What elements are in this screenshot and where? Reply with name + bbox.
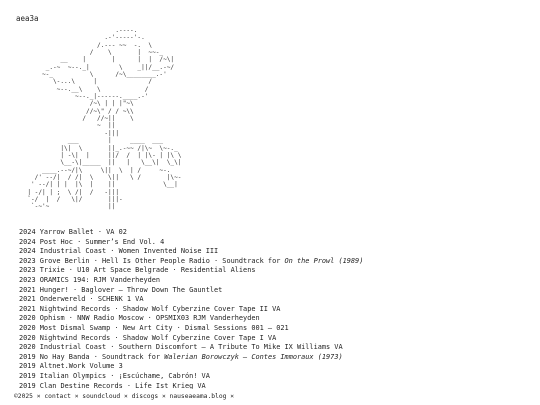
release-title: Post Hoc · Summer’s End Vol. 4 <box>39 237 165 246</box>
release-title: Industrial Coast · Southern Discomfort –… <box>39 343 343 352</box>
release-item: 2024 Industrial Coast · Women Invented N… <box>19 247 530 257</box>
release-year: 2019 <box>19 352 36 361</box>
release-title: Grove Berlin · Hell Is Other People Radi… <box>39 256 285 265</box>
release-item: 2019 Italian Olympics · ¡Escúchame, Cabr… <box>19 372 530 382</box>
release-title: ORAMICS 194: RJM Vanderheyden <box>39 275 161 284</box>
release-item: 2023 Grove Berlin · Hell Is Other People… <box>19 257 530 267</box>
release-year: 2020 <box>19 343 36 352</box>
release-title: No Hay Banda · Soundtrack for <box>39 352 165 361</box>
release-item: 2020 Most Dismal Swamp · New Art City · … <box>19 324 530 334</box>
release-year: 2023 <box>19 266 36 275</box>
release-year: 2021 <box>19 304 36 313</box>
footer-links: × contact × soundcloud × discogs × nause… <box>37 393 234 400</box>
release-title: Nightwind Records · Shadow Wolf Cyberzin… <box>39 333 277 342</box>
release-item: 2020 Nightwind Records · Shadow Wolf Cyb… <box>19 334 530 344</box>
release-year: 2024 <box>19 237 36 246</box>
release-year: 2021 <box>19 285 36 294</box>
release-list: 2024 Yarrow Ballet · VA 02 2024 Post Hoc … <box>19 228 530 391</box>
release-title: Altnet.Work Volume 3 <box>39 362 123 371</box>
release-title: Onderwereld · SCHENK 1 VA <box>39 295 144 304</box>
release-item: 2019 No Hay Banda · Soundtrack for Waler… <box>19 353 530 363</box>
release-year: 2019 <box>19 371 36 380</box>
release-title: Yarrow Ballet · VA 02 <box>39 228 127 236</box>
release-item: 2019 Altnet.Work Volume 3 <box>19 362 530 372</box>
release-year: 2023 <box>19 275 36 284</box>
footer: ©2025 × contact × soundcloud × discogs ×… <box>0 389 540 405</box>
footer-separator: × <box>230 393 235 400</box>
release-item: 2020 Industrial Coast · Southern Discomf… <box>19 343 530 353</box>
release-title: Industrial Coast · Women Invented Noise … <box>39 247 219 256</box>
release-year: 2020 <box>19 333 36 342</box>
release-year: 2020 <box>19 323 36 332</box>
footer-link-contact[interactable]: contact <box>44 393 71 400</box>
release-item: 2024 Post Hoc · Summer’s End Vol. 4 <box>19 238 530 248</box>
release-year: 2021 <box>19 295 36 304</box>
release-year: 2024 <box>19 247 36 256</box>
footer-copyright: ©2025 <box>14 393 33 400</box>
ascii-art-figure: .----. .-'-----'-. /.--- ~~ -. \ / \ | ~… <box>27 27 182 211</box>
release-work-title: On the Prowl (1989) <box>284 256 364 265</box>
release-title: Hunger! · Baglover – Throw Down The Gaun… <box>39 285 223 294</box>
release-item: 2021 Nightwind Records · Shadow Wolf Cyb… <box>19 305 530 315</box>
release-item: 2020 Ophism · NNW Radio Moscow · OPSMIX0… <box>19 314 530 324</box>
release-work-title: Walerian Borowczyk – Contes Immoraux (19… <box>164 352 343 361</box>
page: aea3a .----. .-'-----'-. /.--- ~~ -. \ /… <box>0 0 540 405</box>
footer-link-soundcloud[interactable]: soundcloud <box>82 393 120 400</box>
release-item: 2023 ORAMICS 194: RJM Vanderheyden <box>19 276 530 286</box>
footer-separator: × <box>36 393 41 400</box>
site-title[interactable]: aea3a <box>16 14 39 23</box>
release-title: Trixie · U10 Art Space Belgrade · Reside… <box>39 266 256 275</box>
release-title: Most Dismal Swamp · New Art City · Disma… <box>39 323 289 332</box>
footer-link-nauseaeama-blog[interactable]: nauseaeama.blog <box>170 393 227 400</box>
release-title: Ophism · NNW Radio Moscow · OPSMIX03 RJM… <box>39 314 260 323</box>
release-year: 2019 <box>19 362 36 371</box>
footer-separator: × <box>124 393 128 400</box>
release-item: 2024 Yarrow Ballet · VA 02 <box>19 228 530 238</box>
release-title: Nightwind Records · Shadow Wolf Cyberzin… <box>39 304 281 313</box>
footer-link-discogs[interactable]: discogs <box>132 393 159 400</box>
release-item: 2021 Onderwereld · SCHENK 1 VA <box>19 295 530 305</box>
release-year: 2020 <box>19 314 36 323</box>
release-title: Italian Olympics · ¡Escúchame, Cabrón! V… <box>39 371 210 380</box>
footer-separator: × <box>74 393 79 400</box>
release-year: 2023 <box>19 256 36 265</box>
footer-separator: × <box>161 393 166 400</box>
release-item: 2023 Trixie · U10 Art Space Belgrade · R… <box>19 266 530 276</box>
release-year: 2024 <box>19 228 36 236</box>
release-item: 2021 Hunger! · Baglover – Throw Down The… <box>19 286 530 296</box>
